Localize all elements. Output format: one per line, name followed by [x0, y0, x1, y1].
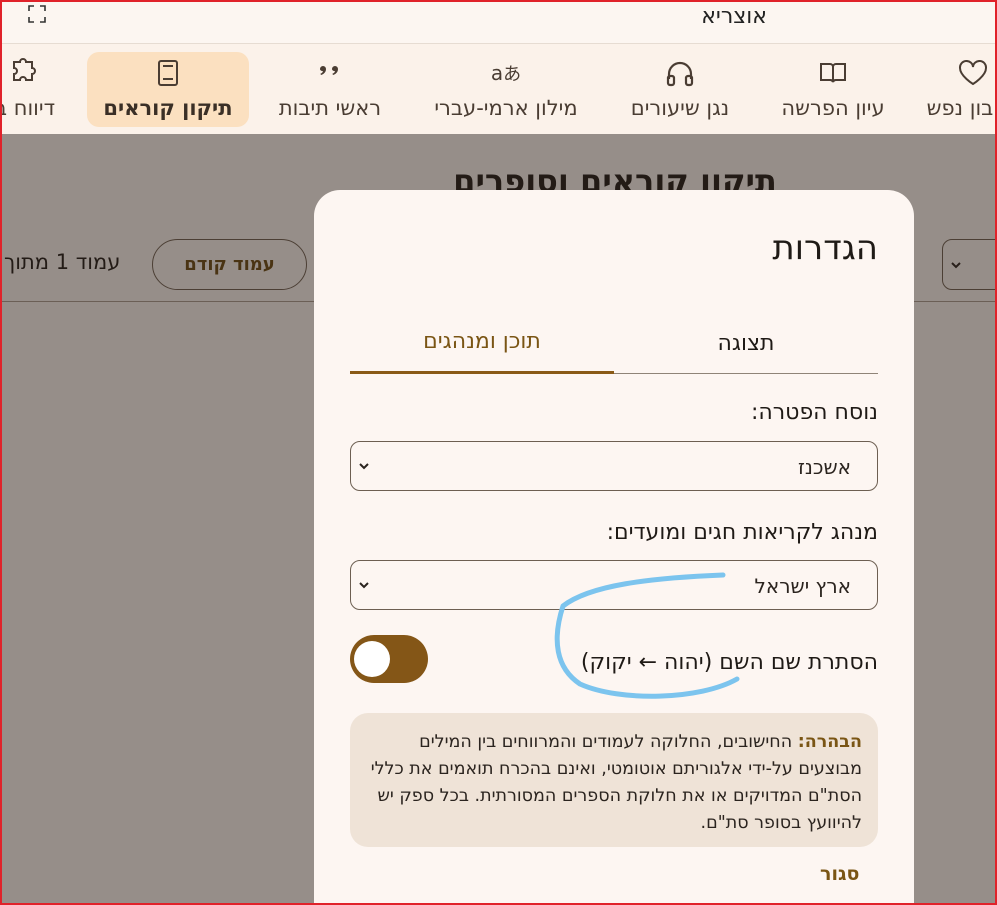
haftarah-select[interactable]: אשכנז — [350, 441, 878, 491]
hide-divine-name-label: הסתרת שם השם (יהוה ← יקוק) — [580, 650, 878, 675]
nav-item-aramaic-dictionary[interactable]: aあ מילון ארמי-עברי — [424, 52, 588, 127]
disclaimer-lead: הבהרה: — [797, 732, 862, 752]
disclaimer-box: הבהרה: החישובים, החלוקה לעמודים והמרווחי… — [350, 713, 878, 847]
holidays-custom-select[interactable]: ארץ ישראל — [350, 560, 878, 610]
nav-item-soul-calc[interactable]: בון נפש — [927, 52, 997, 127]
settings-dialog: הגדרות תצוגה תוכן ומנהגים נוסח הפטרה: אש… — [314, 190, 914, 905]
haftarah-value: אשכנז — [797, 455, 851, 479]
title-bar: אוצריא — [0, 0, 997, 44]
nav-item-torah-reader[interactable]: תיקון קוראים — [87, 52, 249, 127]
haftarah-label: נוסח הפטרה: — [750, 400, 878, 425]
dialog-title: הגדרות — [772, 228, 878, 268]
tab-display[interactable]: תצוגה — [614, 312, 878, 374]
translate-icon: aあ — [490, 61, 522, 85]
disclaimer-text: החישובים, החלוקה לעמודים והמרווחים בין ה… — [370, 732, 862, 833]
heart-icon — [958, 56, 988, 90]
nav-item-lesson-player[interactable]: נגן שיעורים — [620, 52, 740, 127]
app-title: אוצריא — [701, 4, 767, 29]
nav-item-reports[interactable]: דיווח ב — [0, 52, 70, 127]
holidays-label: מנהג לקריאות חגים ומועדים: — [606, 520, 878, 545]
nav-item-acronyms[interactable]: ראשי תיבות — [262, 52, 398, 127]
settings-tabs: תצוגה תוכן ומנהגים — [350, 312, 878, 374]
top-navigation: דיווח ב תיקון קוראים ראשי תיבות aあ מילון… — [0, 44, 997, 134]
hide-divine-name-toggle[interactable] — [350, 635, 428, 683]
nav-item-parasha-study[interactable]: עיון הפרשה — [772, 52, 894, 127]
puzzle-icon — [8, 56, 42, 90]
open-book-icon — [819, 56, 847, 90]
chevron-down-icon — [357, 577, 371, 596]
chevron-down-icon — [357, 458, 371, 477]
fullscreen-icon[interactable] — [27, 4, 47, 24]
headphones-icon — [665, 56, 695, 90]
book-icon — [156, 56, 180, 90]
holidays-value: ארץ ישראל — [754, 574, 851, 598]
quote-icon — [317, 56, 343, 90]
close-button[interactable]: סגור — [820, 863, 859, 885]
toggle-knob — [354, 641, 390, 677]
tab-content-customs[interactable]: תוכן ומנהגים — [350, 312, 614, 374]
